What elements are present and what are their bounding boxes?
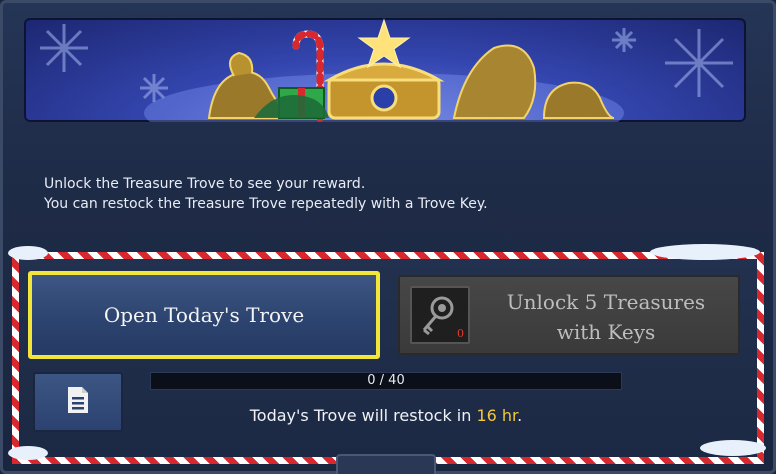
snow-cap-top-left	[8, 246, 48, 260]
open-trove-button[interactable]: Open Today's Trove	[28, 271, 380, 359]
instruction-line-2: You can restock the Treasure Trove repea…	[44, 196, 488, 212]
trove-progress-bar: 0 / 40	[150, 372, 622, 390]
trove-instructions: Unlock the Treasure Trove to see your re…	[44, 174, 488, 214]
open-trove-label: Open Today's Trove	[103, 303, 305, 327]
restock-time: 16 hr	[476, 406, 518, 425]
progress-label: 0 / 40	[367, 373, 405, 388]
unlock-label-line-2: with Keys	[556, 320, 656, 344]
bottom-tab-handle	[336, 454, 436, 474]
key-count: 0	[457, 327, 464, 340]
trove-key-icon: 0	[410, 286, 470, 344]
instruction-line-1: Unlock the Treasure Trove to see your re…	[44, 176, 366, 192]
document-icon	[65, 385, 91, 419]
restock-suffix: .	[517, 406, 523, 425]
snow-cap-top-right	[650, 244, 760, 260]
restock-prefix: Today's Trove will restock in	[249, 406, 477, 425]
unlock-treasures-button[interactable]: 0 Unlock 5 Treasures with Keys	[398, 275, 740, 355]
snow-cap-bottom-left	[8, 446, 48, 460]
reward-list-button[interactable]	[33, 372, 123, 432]
restock-timer: Today's Trove will restock in 16 hr.	[150, 406, 622, 425]
unlock-treasures-label: Unlock 5 Treasures with Keys	[486, 287, 726, 347]
snow-cap-bottom-right	[700, 440, 766, 456]
unlock-label-line-1: Unlock 5 Treasures	[506, 290, 706, 314]
treasure-banner	[24, 18, 746, 122]
